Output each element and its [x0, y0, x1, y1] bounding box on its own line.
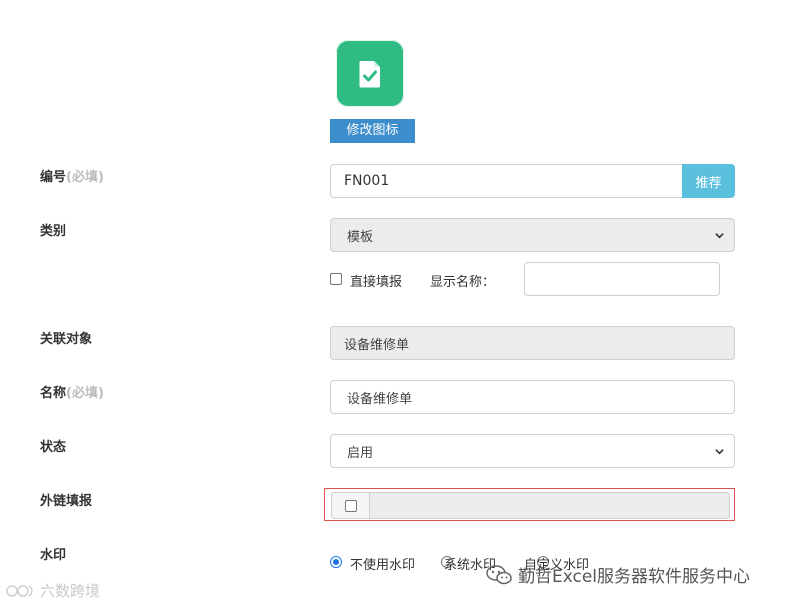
right-watermark: 勤哲Excel服务器软件服务中心 — [486, 562, 750, 587]
chevron-down-icon — [715, 448, 724, 454]
watermark-none-label: 不使用水印 — [350, 558, 416, 573]
right-watermark-text: 勤哲Excel服务器软件服务中心 — [518, 567, 751, 587]
watermark-label: 水印 — [40, 548, 67, 563]
name-input-value: 设备维修单 — [347, 391, 413, 407]
status-label: 状态 — [40, 440, 67, 455]
external-link-checkbox[interactable] — [344, 499, 357, 512]
external-link-highlight — [324, 488, 735, 521]
related-object-label: 关联对象 — [40, 332, 93, 347]
direct-fill-label: 直接填报 — [350, 275, 403, 290]
category-label: 类别 — [40, 224, 67, 239]
code-required-hint: (必填) — [66, 170, 104, 185]
code-input[interactable]: FN001 — [330, 164, 684, 198]
left-watermark: 六数跨境 — [6, 580, 100, 601]
display-name-label: 显示名称： — [430, 275, 496, 290]
status-selected-value: 启用 — [347, 445, 374, 461]
wechat-icon — [486, 564, 512, 584]
name-label: 名称(必填) — [40, 382, 104, 401]
status-select[interactable]: 启用 — [330, 434, 735, 468]
related-object-field: 设备维修单 — [330, 326, 735, 360]
external-link-input — [370, 493, 729, 518]
change-icon-button[interactable]: 修改图标 — [330, 119, 415, 143]
watermark-none-radio[interactable] — [330, 556, 342, 568]
form-icon — [336, 40, 404, 107]
category-selected-value: 模板 — [347, 229, 374, 245]
name-required-hint: (必填) — [66, 386, 104, 401]
related-object-value: 设备维修单 — [344, 337, 410, 353]
left-watermark-text: 六数跨境 — [40, 582, 101, 600]
external-link-label: 外链填报 — [40, 494, 93, 509]
chevron-down-icon — [715, 232, 724, 238]
external-link-addon — [332, 493, 370, 518]
direct-fill-checkbox[interactable] — [330, 273, 342, 285]
code-input-value: FN001 — [344, 173, 390, 189]
recommend-button[interactable]: 推荐 — [682, 164, 735, 198]
name-input[interactable]: 设备维修单 — [330, 380, 735, 414]
code-label: 编号(必填) — [40, 166, 104, 185]
code-label-text: 编号 — [40, 170, 67, 185]
external-link-group — [331, 492, 730, 519]
document-check-icon — [359, 60, 380, 87]
name-label-text: 名称 — [40, 386, 67, 401]
category-select[interactable]: 模板 — [330, 218, 735, 252]
brand-logo-icon — [6, 584, 33, 597]
display-name-input[interactable] — [524, 262, 720, 296]
